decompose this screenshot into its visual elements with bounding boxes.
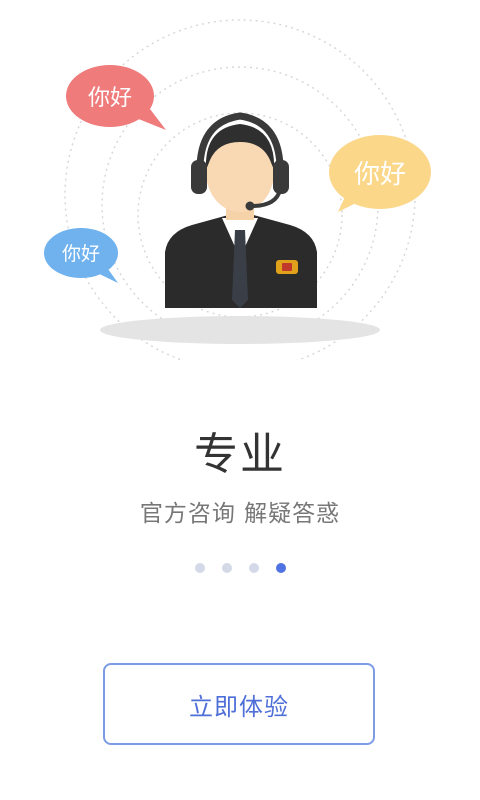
pagination-dots [0,563,480,573]
try-now-button[interactable]: 立即体验 [103,663,375,745]
slide-title: 专业 [194,429,286,480]
slide-subtitle: 官方咨询 解疑答惑 [139,501,341,527]
bubble-text-blue: 你好 [62,243,100,265]
bubble-text-yellow: 你好 [354,160,406,190]
pagination-dot[interactable] [248,563,259,573]
customer-service-illustration: 你好 你好 你好 [44,19,431,360]
pagination-dot-active[interactable] [275,563,286,573]
speech-bubble-yellow: 你好 [329,135,431,212]
service-agent-icon [165,112,317,308]
speech-bubble-red: 你好 [66,65,166,130]
speech-bubble-blue: 你好 [44,228,118,283]
pagination-dot[interactable] [194,563,205,573]
pagination-dot[interactable] [221,563,232,573]
bubble-text-red: 你好 [88,86,132,111]
ground-shadow [100,316,380,344]
